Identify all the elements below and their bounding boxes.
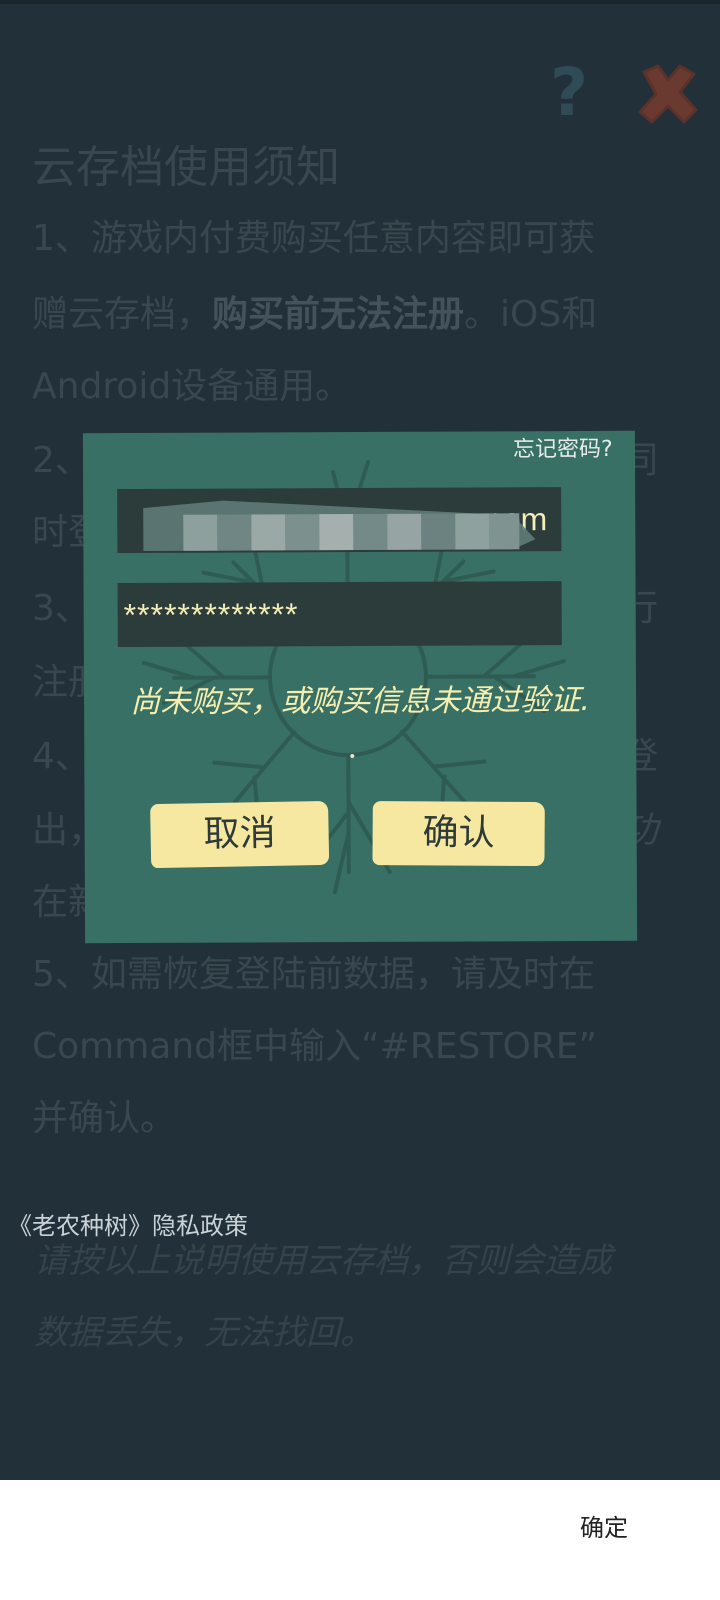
privacy-policy-link[interactable]: 《老农种树》隐私政策 <box>8 1206 248 1241</box>
help-icon[interactable]: ? <box>546 58 592 128</box>
redacted-email-overlay <box>143 500 536 551</box>
notice-title: 云存档使用须知 <box>32 142 340 193</box>
notice-line-3: Android设备通用。 <box>32 366 352 407</box>
warning-line-1: 请按以上说明使用云存档，否则会造成 <box>34 1241 612 1281</box>
notice-line-12: Command框中输入“#RESTORE” <box>32 1026 598 1067</box>
ok-button[interactable]: 确定 <box>580 1508 628 1543</box>
notice-line-2: 赠云存档，购买前无法注册。iOS和 <box>32 294 598 335</box>
cancel-button[interactable]: 取消 <box>150 800 330 869</box>
login-dialog: 忘记密码? 尚未购买，或购买信息未通过验证. 取消 确认 <box>82 430 638 944</box>
top-edge <box>0 0 720 4</box>
notice-line-11: 5、如需恢复登陆前数据，请及时在 <box>32 954 595 995</box>
password-field[interactable] <box>117 581 562 648</box>
status-message: 尚未购买，或购买信息未通过验证. <box>130 682 590 721</box>
notice-line-13: 并确认。 <box>32 1098 177 1139</box>
loading-dot <box>350 754 355 759</box>
notice-line-1: 1、游戏内付费购买任意内容即可获 <box>32 218 595 259</box>
close-icon[interactable] <box>636 62 700 126</box>
notice-line-6: 3、 <box>32 588 91 629</box>
system-bottom-bar: 确定 <box>0 1480 720 1600</box>
warning-line-2: 数据丢失，无法找回。 <box>34 1313 374 1353</box>
notice-line-8: 4、 <box>32 736 91 777</box>
confirm-button[interactable]: 确认 <box>372 801 545 867</box>
